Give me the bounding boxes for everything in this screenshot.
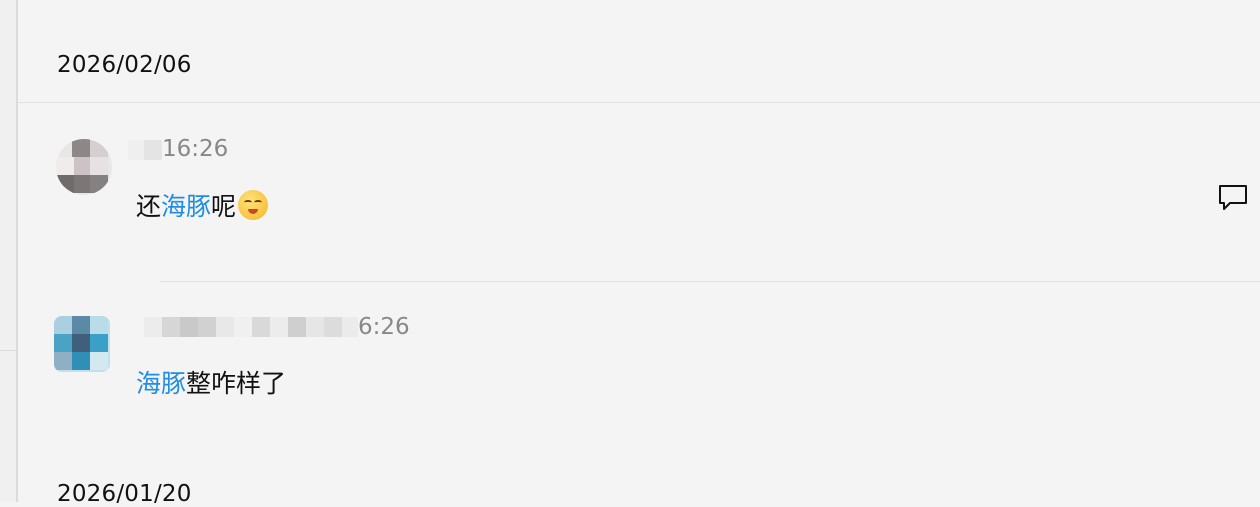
comment-text-part: 整咋样了	[186, 369, 287, 398]
comment-text: 还海豚呢	[136, 187, 269, 223]
username-blurred[interactable]	[144, 317, 358, 337]
avatar[interactable]	[56, 139, 112, 195]
comment-timestamp: 6:26	[358, 314, 410, 340]
user-mention[interactable]: 海豚	[161, 192, 211, 221]
user-mention[interactable]: 海豚	[136, 369, 186, 398]
username-blurred[interactable]	[128, 140, 162, 160]
smirking-face-emoji-icon	[238, 190, 269, 220]
date-header: 2026/02/06	[57, 52, 192, 78]
avatar[interactable]	[54, 316, 110, 372]
date-divider	[18, 102, 1260, 103]
comment-bubble-icon[interactable]	[1217, 183, 1249, 213]
left-panel-divider	[0, 350, 16, 351]
comment-timestamp: 16:26	[162, 136, 229, 162]
date-header: 2026/01/20	[57, 481, 192, 507]
comment-text: 海豚整咋样了	[136, 364, 286, 400]
comment-divider	[160, 281, 1260, 282]
left-panel-edge	[0, 0, 18, 502]
comment-text-part: 还	[136, 192, 162, 221]
comment-text-part: 呢	[211, 192, 237, 221]
